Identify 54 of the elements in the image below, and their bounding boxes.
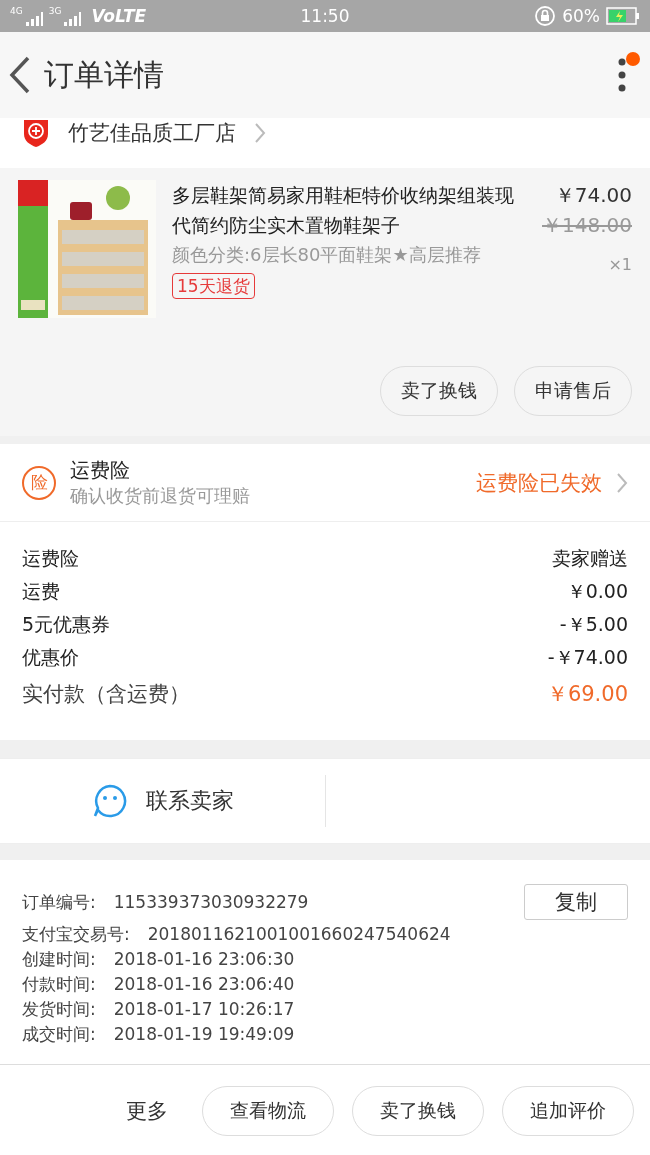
insurance-title: 运费险 — [70, 457, 131, 484]
network-label: 3G — [48, 6, 62, 16]
order-action-button[interactable]: 卖了换钱 — [352, 1085, 484, 1136]
info-label: 发货时间: — [22, 998, 96, 1021]
product-price: ￥74.00 — [553, 182, 632, 209]
page-title: 订单详情 — [44, 55, 165, 94]
copy-button[interactable]: 复制 — [524, 884, 628, 920]
clock: 11:50 — [299, 6, 351, 26]
cost-value: -￥74.00 — [547, 645, 628, 670]
info-label: 成交时间: — [22, 1023, 96, 1046]
cost-label: 5元优惠券 — [22, 612, 111, 637]
insurance-subtitle: 确认收货前退货可理赔 — [70, 484, 251, 508]
shop-name[interactable]: 竹艺佳品质工厂店 — [68, 118, 236, 148]
info-value: 2018-01-16 23:06:40 — [113, 973, 295, 996]
more-link[interactable]: 更多 — [126, 1096, 168, 1125]
product-variant: 颜色分类:6层长80平面鞋架★高层推荐 — [172, 243, 482, 267]
rotation-lock-icon — [534, 5, 557, 27]
info-label: 付款时间: — [22, 973, 96, 996]
network-label: 4G — [10, 6, 23, 16]
info-label: 创建时间: — [22, 948, 96, 971]
item-action-button[interactable]: 申请售后 — [514, 366, 632, 416]
signal-icon — [25, 12, 46, 26]
order-action-button[interactable]: 追加评价 — [502, 1085, 634, 1136]
battery-percent: 60% — [562, 6, 600, 26]
info-label: 订单编号: — [22, 891, 96, 914]
item-action-button[interactable]: 卖了换钱 — [380, 366, 498, 416]
chat-face-icon — [91, 783, 128, 819]
contact-seller-link[interactable]: 联系卖家 — [145, 786, 234, 816]
cost-label: 实付款（含运费） — [22, 681, 190, 708]
more-menu-icon[interactable] — [618, 58, 626, 92]
back-icon[interactable] — [8, 55, 32, 95]
info-value: 115339373030932279 — [113, 891, 309, 914]
info-value: 2018-01-17 10:26:17 — [113, 998, 295, 1021]
quantity: ×1 — [607, 254, 632, 276]
volte-label: VoLTE — [91, 6, 147, 26]
info-label: 支付宝交易号: — [22, 923, 130, 946]
battery-icon — [606, 7, 640, 25]
cost-value: ￥69.00 — [546, 681, 628, 708]
cost-label: 运费 — [22, 579, 60, 604]
cost-label: 运费险 — [22, 546, 79, 571]
cost-label: 优惠价 — [22, 645, 79, 670]
cost-value: ￥0.00 — [566, 579, 628, 604]
insurance-badge: 险 — [22, 465, 56, 500]
info-value: 2018-01-16 23:06:30 — [113, 948, 295, 971]
return-policy-tag: 15天退货 — [172, 273, 255, 299]
cost-value: 卖家赠送 — [552, 546, 628, 571]
product-title[interactable]: 多层鞋架简易家用鞋柜特价收纳架组装现代简约防尘实木置物鞋架子 — [172, 180, 520, 240]
info-value: 2018-01-19 19:49:09 — [113, 1023, 295, 1046]
chevron-right-icon — [254, 122, 266, 144]
original-price: ￥148.00 — [541, 212, 632, 239]
chevron-right-icon — [616, 471, 628, 494]
info-value: 2018011621001001660247540624 — [147, 923, 451, 946]
cost-value: -￥5.00 — [559, 612, 628, 637]
order-action-button[interactable]: 查看物流 — [202, 1085, 334, 1136]
